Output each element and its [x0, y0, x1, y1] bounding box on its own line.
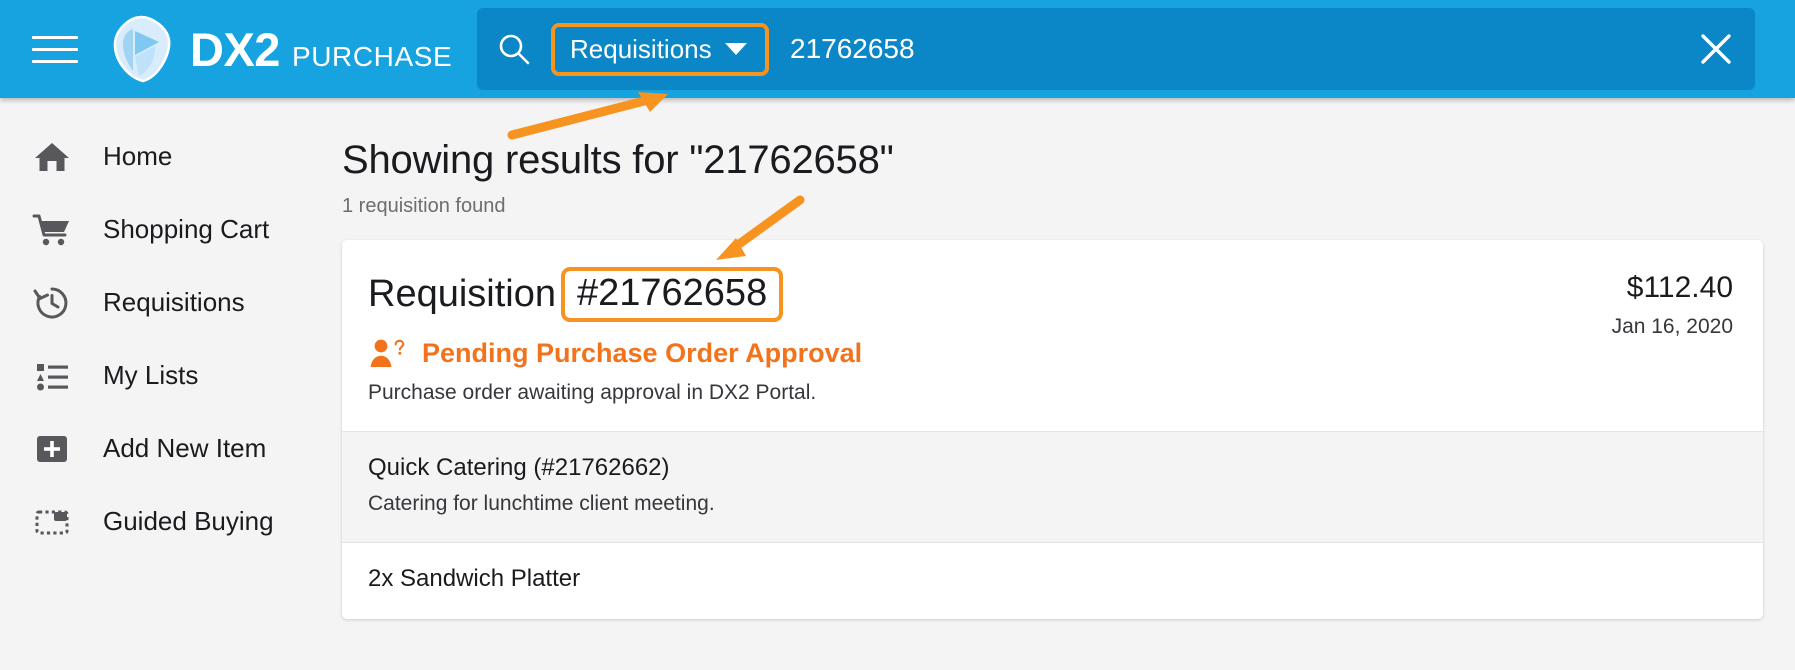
sidebar-item-label: Shopping Cart [103, 214, 270, 244]
hamburger-menu-icon[interactable] [32, 29, 78, 69]
application-window: DX2 PURCHASE Requisitions 21762658 Home … [0, 0, 1795, 670]
guided-buying-icon [30, 500, 74, 544]
sidebar-item-label: Home [103, 141, 173, 171]
hamburger-line [32, 35, 78, 39]
sidebar-item-shopping-cart[interactable]: Shopping Cart [0, 193, 310, 266]
top-header-bar: DX2 PURCHASE Requisitions [0, 0, 1795, 98]
history-clock-icon [30, 281, 74, 325]
sidebar-item-add-new-item[interactable]: Add New Item [0, 412, 310, 485]
brand-text: DX2 PURCHASE [190, 26, 452, 73]
requisition-title-prefix: Requisition [368, 273, 556, 316]
sidebar-item-my-lists[interactable]: My Lists [0, 339, 310, 412]
line-item-title: 2x Sandwich Platter [368, 565, 581, 593]
requisition-summary: Requisition #21762658 Pending Purchase O… [368, 267, 862, 405]
search-input[interactable] [790, 33, 1677, 65]
close-search-button[interactable] [1677, 8, 1755, 90]
sidebar-item-requisitions[interactable]: Requisitions [0, 266, 310, 339]
status-description: Purchase order awaiting approval in DX2 … [368, 381, 817, 405]
brand-logo-area[interactable]: DX2 PURCHASE [111, 15, 452, 83]
sidebar-item-home[interactable]: Home [0, 120, 310, 193]
sidebar-item-label: Requisitions [103, 287, 245, 317]
plus-square-icon [30, 427, 74, 471]
sidebar-item-label: Guided Buying [103, 506, 274, 536]
requisition-number: #21762658 [561, 267, 784, 323]
shopping-cart-icon [30, 208, 74, 252]
line-item-title: Quick Catering (#21762662) [368, 454, 670, 482]
search-scope-value: Requisitions [570, 33, 712, 64]
requisition-amount: $112.40 [1626, 271, 1733, 304]
line-item[interactable]: Quick Catering (#21762662) Catering for … [342, 431, 1763, 543]
main-content-area: Showing results for "21762658" 1 requisi… [310, 98, 1795, 670]
sidebar-item-label: My Lists [103, 360, 199, 390]
status-badge: Pending Purchase Order Approval [422, 337, 863, 368]
requisition-result-card[interactable]: Requisition #21762658 Pending Purchase O… [342, 240, 1763, 620]
line-item-description: Catering for lunchtime client meeting. [368, 492, 715, 516]
result-count-label: 1 requisition found [342, 195, 506, 217]
search-panel: Requisitions [477, 8, 1755, 90]
search-icon[interactable] [497, 32, 531, 66]
close-icon [1701, 34, 1731, 64]
status-row: Pending Purchase Order Approval [368, 336, 862, 370]
home-icon [30, 135, 74, 179]
line-item[interactable]: 2x Sandwich Platter [342, 542, 1763, 619]
brand-name: DX2 [190, 22, 280, 76]
list-icon [30, 354, 74, 398]
requisition-title-row: Requisition #21762658 [368, 267, 862, 323]
sidebar-navigation: Home Shopping Cart Requisitions My Lists… [0, 98, 310, 670]
sidebar-item-guided-buying[interactable]: Guided Buying [0, 485, 310, 558]
brand-suffix: PURCHASE [291, 40, 453, 72]
hamburger-line [32, 47, 78, 51]
person-question-icon [370, 339, 405, 368]
hamburger-line [32, 59, 78, 63]
requisition-card-header: Requisition #21762658 Pending Purchase O… [342, 240, 1763, 431]
dx2-shield-logo [113, 15, 171, 83]
requisition-date: Jan 16, 2020 [1611, 315, 1733, 338]
page-title: Showing results for "21762658" [342, 138, 894, 182]
chevron-down-icon [725, 43, 747, 55]
sidebar-item-label: Add New Item [103, 433, 267, 463]
search-scope-dropdown[interactable]: Requisitions [551, 22, 769, 76]
requisition-totals: $112.40 Jan 16, 2020 [1612, 267, 1733, 339]
